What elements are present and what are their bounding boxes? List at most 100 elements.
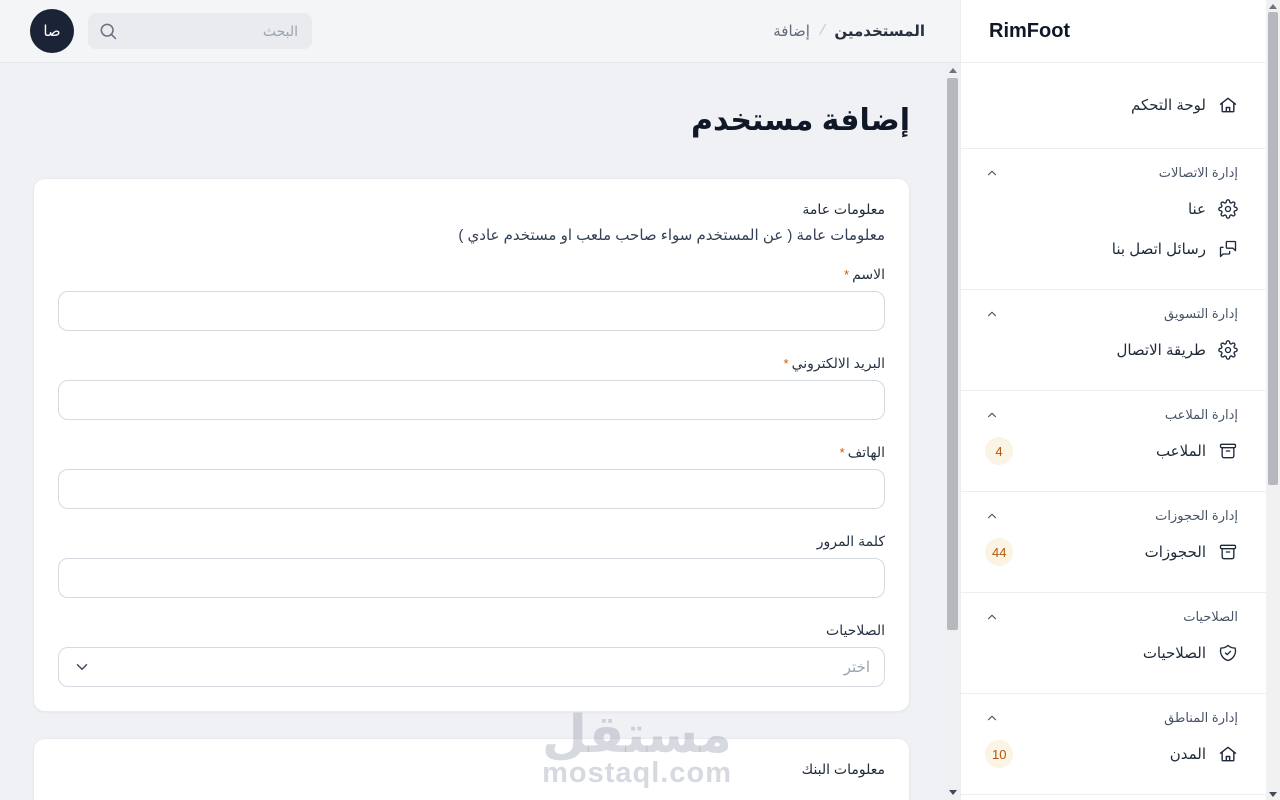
sidebar-item-permissions[interactable]: الصلاحيات: [985, 633, 1238, 673]
scroll-down-button[interactable]: [1266, 788, 1280, 800]
sidebar-item-label: عنا: [1187, 201, 1206, 218]
section-header-permissions[interactable]: الصلاحيات: [985, 609, 1238, 625]
email-field-group: البريد الالكتروني*: [58, 355, 885, 420]
scrollbar-thumb[interactable]: [1268, 12, 1278, 485]
gear-icon: [1218, 199, 1238, 219]
search-box: [88, 13, 312, 49]
phone-label-text: الهاتف: [847, 444, 885, 460]
scroll-up-icon: [948, 68, 957, 73]
sidebar-section-regions: إدارة المناطق المدن 10: [961, 694, 1266, 795]
scrollbar-thumb[interactable]: [947, 78, 958, 630]
required-asterisk: *: [783, 356, 789, 371]
avatar-initials: صا: [43, 23, 61, 40]
name-field-group: الاسم*: [58, 266, 885, 331]
password-label: كلمة المرور: [816, 533, 885, 549]
section-header-communications[interactable]: إدارة الاتصالات: [985, 165, 1238, 181]
main-body: إضافة مستخدم معلومات عامة معلومات عامة (…: [0, 63, 960, 800]
name-input[interactable]: [58, 291, 885, 331]
scroll-up-icon: [1269, 3, 1277, 9]
sidebar-item-stadiums[interactable]: الملاعب 4: [985, 431, 1238, 471]
sidebar-item-dashboard[interactable]: لوحة التحكم: [985, 85, 1238, 125]
sidebar-item-cities[interactable]: المدن 10: [985, 734, 1238, 774]
email-label: البريد الالكتروني*: [58, 355, 885, 372]
topbar: المستخدمين / إضافة صا: [0, 0, 960, 63]
scroll-down-button[interactable]: [945, 785, 960, 800]
sidebar-scrollbar[interactable]: [1266, 0, 1280, 800]
required-asterisk: *: [839, 445, 845, 460]
chevron-up-icon: [985, 166, 999, 180]
search-input[interactable]: [88, 13, 312, 49]
bank-card-title: معلومات البنك: [801, 761, 885, 777]
scroll-up-button[interactable]: [1266, 0, 1280, 12]
archive-icon: [1218, 542, 1238, 562]
home-icon: [1218, 95, 1238, 115]
section-header-label: إدارة الاتصالات: [1158, 165, 1238, 180]
sidebar-item-label: الحجوزات: [1144, 544, 1206, 561]
bank-info-card: معلومات البنك: [33, 738, 910, 800]
name-label-text: الاسم: [852, 266, 885, 282]
email-input[interactable]: [58, 380, 885, 420]
section-header-label: الصلاحيات: [1183, 609, 1238, 624]
chevron-up-icon: [985, 610, 999, 624]
chevron-up-icon: [985, 509, 999, 523]
home-icon: [1218, 744, 1238, 764]
name-label: الاسم*: [58, 266, 885, 283]
sidebar-item-about[interactable]: عنا: [985, 189, 1238, 229]
cities-count-badge: 10: [985, 740, 1014, 768]
breadcrumb-users[interactable]: المستخدمين: [834, 22, 925, 40]
chevron-up-icon: [985, 307, 999, 321]
breadcrumb: المستخدمين / إضافة: [773, 22, 925, 40]
permissions-field-group: الصلاحيات اختر: [58, 622, 885, 687]
gear-icon: [1218, 340, 1238, 360]
bookings-count-badge: 44: [985, 538, 1014, 566]
permissions-label: الصلاحيات: [826, 622, 885, 638]
breadcrumb-separator: /: [817, 21, 827, 40]
required-asterisk: *: [844, 267, 850, 282]
section-header-label: إدارة الملاعب: [1164, 407, 1238, 422]
phone-input[interactable]: [58, 469, 885, 509]
messages-icon: [1218, 239, 1238, 259]
password-input[interactable]: [58, 558, 885, 598]
sidebar-section-dashboard: لوحة التحكم: [961, 63, 1266, 149]
page-content: إضافة مستخدم معلومات عامة معلومات عامة (…: [0, 63, 945, 800]
breadcrumb-add[interactable]: إضافة: [773, 22, 810, 40]
search-icon: [98, 21, 118, 41]
section-header-regions[interactable]: إدارة المناطق: [985, 710, 1238, 726]
sidebar: RimFoot لوحة التحكم إدارة الاتصالات عنا …: [960, 0, 1266, 800]
app-root: المستخدمين / إضافة صا إضافة مستخدم معلوم…: [0, 0, 1280, 800]
section-header-stadiums[interactable]: إدارة الملاعب: [985, 407, 1238, 423]
scroll-down-icon: [1269, 791, 1277, 797]
card-title: معلومات عامة: [802, 201, 885, 217]
select-placeholder: اختر: [843, 659, 870, 676]
content-scrollbar[interactable]: [945, 63, 960, 800]
password-field-group: كلمة المرور: [58, 533, 885, 598]
phone-field-group: الهاتف*: [58, 444, 885, 509]
sidebar-item-label: الصلاحيات: [1142, 645, 1206, 662]
page-title: إضافة مستخدم: [691, 104, 910, 137]
sidebar-section-bookings: إدارة الحجوزات الحجوزات 44: [961, 492, 1266, 593]
shield-check-icon: [1218, 643, 1238, 663]
phone-label: الهاتف*: [58, 444, 885, 461]
permissions-select[interactable]: اختر: [58, 647, 885, 687]
sidebar-item-contact-messages[interactable]: رسائل اتصل بنا: [985, 229, 1238, 269]
chevron-down-icon: [73, 658, 91, 676]
sidebar-item-label: المدن: [1169, 746, 1206, 763]
card-subtitle: معلومات عامة ( عن المستخدم سواء صاحب ملع…: [458, 227, 885, 244]
chevron-up-icon: [985, 408, 999, 422]
sidebar-item-label: الملاعب: [1155, 443, 1206, 460]
section-header-label: إدارة الحجوزات: [1155, 508, 1238, 523]
section-header-label: إدارة التسويق: [1164, 306, 1238, 321]
sidebar-section-marketing: إدارة التسويق طريقة الاتصال: [961, 290, 1266, 391]
main-area: المستخدمين / إضافة صا إضافة مستخدم معلوم…: [0, 0, 960, 800]
brand-logo[interactable]: RimFoot: [961, 0, 1266, 63]
scroll-up-button[interactable]: [945, 63, 960, 78]
sidebar-section-stadiums: إدارة الملاعب الملاعب 4: [961, 391, 1266, 492]
stadiums-count-badge: 4: [985, 437, 1013, 465]
sidebar-item-contact-method[interactable]: طريقة الاتصال: [985, 330, 1238, 370]
user-avatar[interactable]: صا: [30, 9, 74, 53]
chevron-up-icon: [985, 711, 999, 725]
section-header-marketing[interactable]: إدارة التسويق: [985, 306, 1238, 322]
sidebar-item-bookings[interactable]: الحجوزات 44: [985, 532, 1238, 572]
section-header-bookings[interactable]: إدارة الحجوزات: [985, 508, 1238, 524]
general-info-card: معلومات عامة معلومات عامة ( عن المستخدم …: [33, 178, 910, 712]
